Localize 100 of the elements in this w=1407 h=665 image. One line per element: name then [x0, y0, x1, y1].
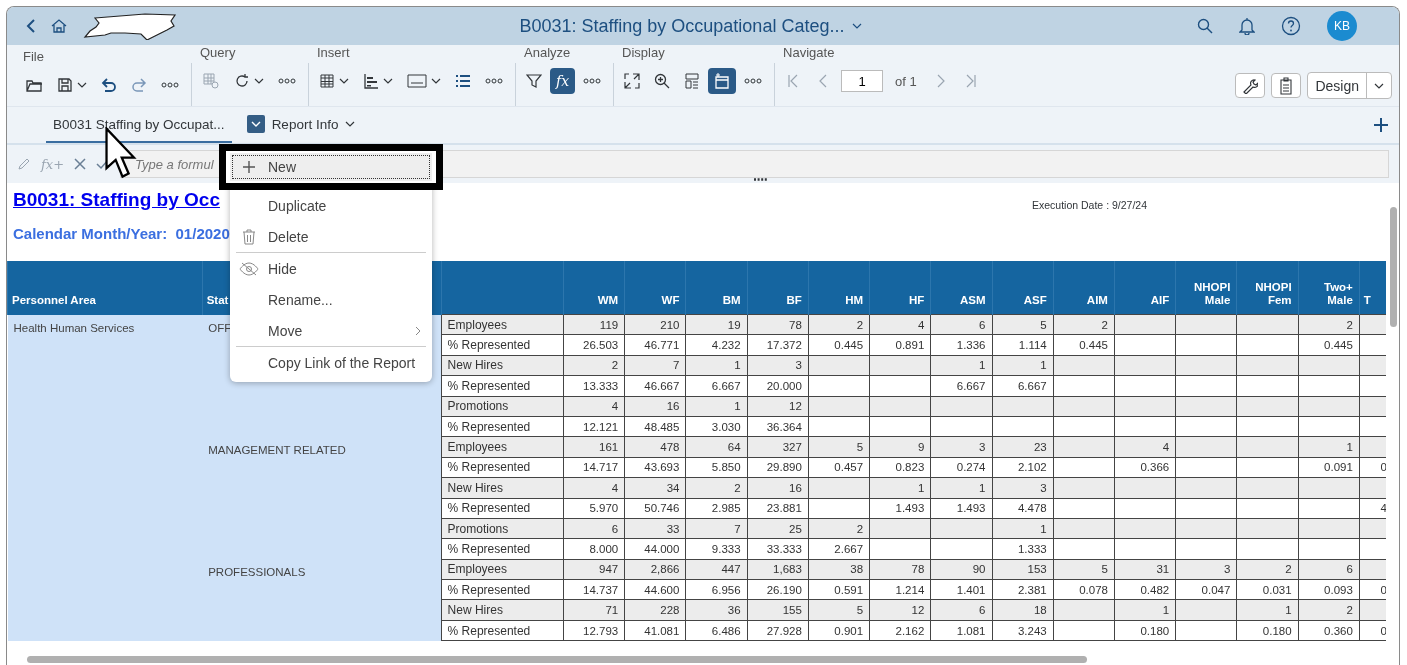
table-cell: 0.445: [1298, 334, 1360, 356]
clipboard-button[interactable]: [1271, 73, 1302, 98]
table-cell: 0.366: [1114, 457, 1176, 478]
help-icon[interactable]: [1281, 16, 1301, 36]
table-cell: 1.401: [930, 579, 992, 600]
table-cell: 5.970: [563, 498, 625, 519]
table-cell: 44.000: [624, 538, 686, 560]
table-cell: [992, 416, 1054, 437]
table-cell: 14.737: [563, 579, 625, 600]
state-cell: MANAGEMENT RELATED: [208, 443, 346, 456]
list-icon: [455, 74, 471, 88]
bell-icon[interactable]: [1239, 17, 1255, 35]
fullscreen-icon: [624, 73, 641, 89]
menu-item[interactable]: Move: [230, 315, 432, 346]
home-icon[interactable]: [51, 18, 67, 34]
close-icon[interactable]: [74, 158, 87, 170]
table-cell: [1053, 375, 1115, 397]
menu-item[interactable]: Rename...: [230, 284, 432, 315]
table-cell: [1053, 620, 1115, 641]
table-cell: [1053, 416, 1115, 437]
table-cell: 17.372: [747, 334, 809, 356]
table-cell: [1236, 334, 1299, 356]
table-cell: 0.823: [869, 457, 931, 478]
table-cell: 0.093: [1298, 579, 1360, 600]
table-cell: 29.890: [747, 457, 809, 478]
table-cell: 0.360: [1298, 620, 1360, 641]
column-header: Personnel Area: [7, 261, 203, 315]
table-cell: 1.493: [930, 498, 992, 519]
table-cell: 2.667: [808, 538, 870, 560]
execution-date: Execution Date : 9/27/24: [1032, 199, 1147, 213]
table-cell: 48.485: [624, 416, 686, 437]
toolbar-button[interactable]: [708, 68, 737, 94]
toolbar-button[interactable]: fx: [550, 68, 576, 94]
table-cell: [1114, 334, 1176, 356]
caret-icon: [77, 82, 87, 88]
table-cell: 0.901: [808, 620, 870, 641]
menu-item[interactable]: Copy Link of the Report: [230, 347, 432, 378]
menu-item[interactable]: New: [230, 153, 432, 181]
add-icon[interactable]: [1373, 117, 1389, 133]
caret-icon: [1374, 82, 1384, 89]
table-cell: 2.985: [685, 498, 748, 519]
table-cell: 6.667: [685, 375, 748, 397]
chevron-right-icon: [415, 325, 422, 336]
table-cell: 6.667: [930, 375, 992, 397]
report-title-link[interactable]: B0031: Staffing by Occ: [13, 189, 230, 211]
tab-label: Report Info: [271, 116, 339, 132]
clipboard-icon: [1279, 76, 1294, 95]
table-cell: 19: [685, 314, 748, 335]
table-cell: 2: [808, 314, 870, 335]
table-cell: [1175, 498, 1237, 519]
row-label-cell: % Represented: [441, 579, 564, 600]
table-cell: [1114, 375, 1176, 397]
row-label-cell: % Represented: [441, 375, 564, 397]
table-cell: [808, 375, 870, 397]
table-cell: [1298, 416, 1360, 437]
table-cell: 1.081: [930, 620, 992, 641]
more-icon: [278, 78, 296, 84]
row-label-cell: % Represented: [441, 416, 564, 437]
menu-item[interactable]: Delete: [230, 221, 432, 252]
tab[interactable]: Report Info: [239, 107, 363, 143]
table-cell: 0.274: [930, 457, 992, 478]
refresh-icon: [234, 73, 250, 89]
table-cell: [1175, 375, 1237, 397]
table-cell: 43.693: [624, 457, 686, 478]
layout-icon: [684, 73, 701, 89]
table-cell: [1236, 314, 1299, 335]
row-label-cell: New Hires: [441, 477, 564, 498]
wrench-button[interactable]: [1235, 73, 1266, 98]
table-cell: 0.031: [1236, 579, 1299, 600]
table-cell: 27.928: [747, 620, 809, 641]
table-cell: 12.121: [563, 416, 625, 437]
table-cell: [808, 416, 870, 437]
table-cell: [1236, 538, 1299, 560]
table-cell: 13.333: [563, 375, 625, 397]
search-icon[interactable]: [1197, 18, 1213, 34]
back-icon[interactable]: [25, 18, 37, 34]
table-cell: 0.445: [1053, 334, 1115, 356]
column-header: HF: [869, 261, 931, 315]
table-cell: 0.180: [1114, 620, 1176, 641]
table-cell: 5.850: [685, 457, 748, 478]
table-cell: 46.667: [624, 375, 686, 397]
column-header: ASF: [992, 261, 1054, 315]
dropdown-icon: [246, 115, 265, 133]
row-label-cell: Employees: [441, 314, 564, 335]
table-cell: 44.600: [624, 579, 686, 600]
row-label-cell: Promotions: [441, 396, 564, 417]
table-cell: 0.591: [808, 579, 870, 600]
table-cell: 1.214: [869, 579, 931, 600]
column-header: ASM: [930, 261, 992, 315]
resize-handle-icon[interactable]: [754, 178, 768, 181]
page-number-field[interactable]: 1: [841, 70, 884, 92]
caret-icon: [345, 121, 356, 127]
table-cell: [1053, 498, 1115, 519]
caret-icon: [254, 78, 264, 84]
table-cell: 2: [1053, 314, 1115, 335]
table-cell: [930, 416, 992, 437]
user-avatar[interactable]: KB: [1327, 11, 1357, 41]
map-shape-logo[interactable]: [81, 12, 177, 40]
table-cell: 26.503: [563, 334, 625, 356]
menu-item[interactable]: Duplicate: [230, 190, 432, 221]
